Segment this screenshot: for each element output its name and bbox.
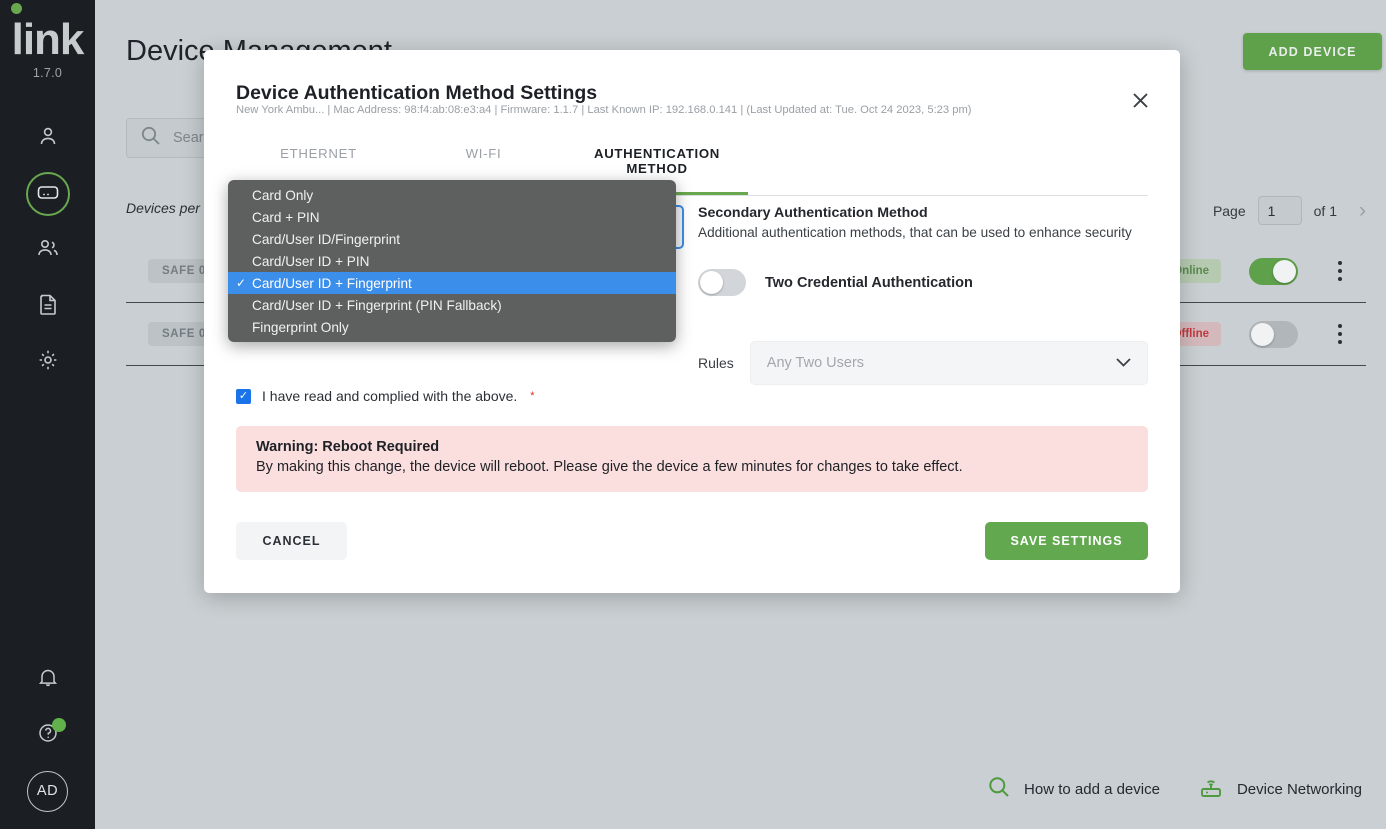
rules-select-value: Any Two Users — [767, 355, 864, 371]
sidebar-item-devices[interactable] — [0, 166, 95, 222]
how-to-add-device-link[interactable]: How to add a device — [987, 775, 1160, 803]
row-actions: Offline — [1161, 321, 1366, 348]
avatar-initials: AD — [27, 771, 68, 812]
dropdown-option-label: Card/User ID/Fingerprint — [252, 232, 400, 247]
dropdown-option[interactable]: Card + PIN — [228, 206, 676, 228]
row-actions: Online — [1161, 258, 1366, 285]
help-status-badge — [52, 718, 66, 732]
app-logo: link 1.7.0 — [0, 18, 95, 80]
sidebar-item-settings[interactable] — [0, 334, 95, 390]
pager-next-icon[interactable]: › — [1359, 199, 1366, 223]
rules-label: Rules — [698, 355, 734, 371]
sidebar-item-user[interactable] — [0, 110, 95, 166]
warning-body: By making this change, the device will r… — [256, 459, 1128, 475]
sidebar-item-people[interactable] — [0, 222, 95, 278]
logo-text: link — [12, 18, 84, 62]
dropdown-option-label: Card + PIN — [252, 210, 320, 225]
compliance-checkbox-label: I have read and complied with the above. — [262, 388, 517, 404]
device-enable-toggle[interactable] — [1249, 258, 1298, 285]
pagination: Page 1 of 1 › — [1213, 196, 1366, 225]
two-credential-label: Two Credential Authentication — [765, 275, 973, 291]
check-icon: ✓ — [236, 276, 246, 290]
cancel-button[interactable]: CANCEL — [236, 522, 347, 560]
two-credential-row: Two Credential Authentication — [698, 269, 1148, 296]
pager-page-label: Page — [1213, 203, 1246, 219]
rules-row: Rules Any Two Users — [698, 341, 1148, 385]
dropdown-option-label: Card Only — [252, 188, 313, 203]
row-menu-button[interactable] — [1326, 324, 1354, 344]
dropdown-option[interactable]: Card Only — [228, 184, 676, 206]
avatar[interactable]: AD — [0, 763, 95, 819]
warning-title: Warning: Reboot Required — [256, 439, 1128, 455]
dropdown-option[interactable]: Card/User ID + Fingerprint (PIN Fallback… — [228, 294, 676, 316]
row-menu-button[interactable] — [1326, 261, 1354, 281]
chevron-down-icon — [1116, 355, 1131, 371]
dropdown-option-label: Card/User ID + Fingerprint (PIN Fallback… — [252, 298, 502, 313]
secondary-auth-title: Secondary Authentication Method — [698, 205, 1148, 221]
pager-of-label: of 1 — [1314, 203, 1337, 219]
document-icon — [37, 292, 59, 321]
user-icon — [36, 124, 60, 153]
modal-title: Device Authentication Method Settings — [236, 82, 597, 105]
reboot-warning: Warning: Reboot Required By making this … — [236, 426, 1148, 492]
secondary-auth-column: Secondary Authentication Method Addition… — [698, 205, 1148, 385]
devices-per-label: Devices per — [126, 200, 200, 216]
people-icon — [35, 236, 61, 265]
bell-icon — [37, 665, 59, 694]
dropdown-option[interactable]: Card/User ID/Fingerprint — [228, 228, 676, 250]
dropdown-option-label: Card/User ID + Fingerprint — [252, 276, 412, 291]
active-indicator-ring — [26, 172, 70, 216]
secondary-auth-description: Additional authentication methods, that … — [698, 225, 1148, 241]
notifications-button[interactable] — [0, 651, 95, 707]
close-icon[interactable] — [1128, 88, 1152, 112]
sidebar: link 1.7.0 — [0, 0, 95, 829]
device-networking-label: Device Networking — [1237, 781, 1362, 798]
two-credential-toggle[interactable] — [698, 269, 746, 296]
dropdown-option-label: Card/User ID + PIN — [252, 254, 369, 269]
how-to-add-device-label: How to add a device — [1024, 781, 1160, 798]
app-version: 1.7.0 — [0, 66, 95, 80]
pager-page-input[interactable]: 1 — [1258, 196, 1302, 225]
search-icon — [987, 775, 1011, 803]
add-device-button[interactable]: ADD DEVICE — [1243, 33, 1382, 70]
save-settings-button[interactable]: SAVE SETTINGS — [985, 522, 1148, 560]
dropdown-option[interactable]: Fingerprint Only — [228, 316, 676, 338]
compliance-checkbox[interactable]: ✓ — [236, 389, 251, 404]
device-icon — [36, 182, 60, 207]
gear-icon — [36, 348, 60, 377]
rules-select[interactable]: Any Two Users — [750, 341, 1148, 385]
logo-dot-icon — [11, 3, 22, 14]
router-icon — [1198, 775, 1224, 803]
device-enable-toggle[interactable] — [1249, 321, 1298, 348]
sidebar-item-reports[interactable] — [0, 278, 95, 334]
footer-links: How to add a device Device Networking — [987, 775, 1362, 803]
modal-subtitle: New York Ambu... | Mac Address: 98:f4:ab… — [236, 104, 972, 116]
help-button[interactable] — [0, 707, 95, 763]
compliance-checkbox-row[interactable]: ✓ I have read and complied with the abov… — [236, 388, 535, 404]
required-marker: * — [530, 390, 534, 402]
device-networking-link[interactable]: Device Networking — [1198, 775, 1362, 803]
dropdown-option[interactable]: Card/User ID + PIN — [228, 250, 676, 272]
search-icon — [140, 125, 161, 151]
primary-auth-dropdown-menu[interactable]: Card Only Card + PIN Card/User ID/Fingerpr… — [228, 180, 676, 342]
dropdown-option-label: Fingerprint Only — [252, 320, 349, 335]
dropdown-option[interactable]: ✓ Card/User ID + Fingerprint — [228, 272, 676, 294]
